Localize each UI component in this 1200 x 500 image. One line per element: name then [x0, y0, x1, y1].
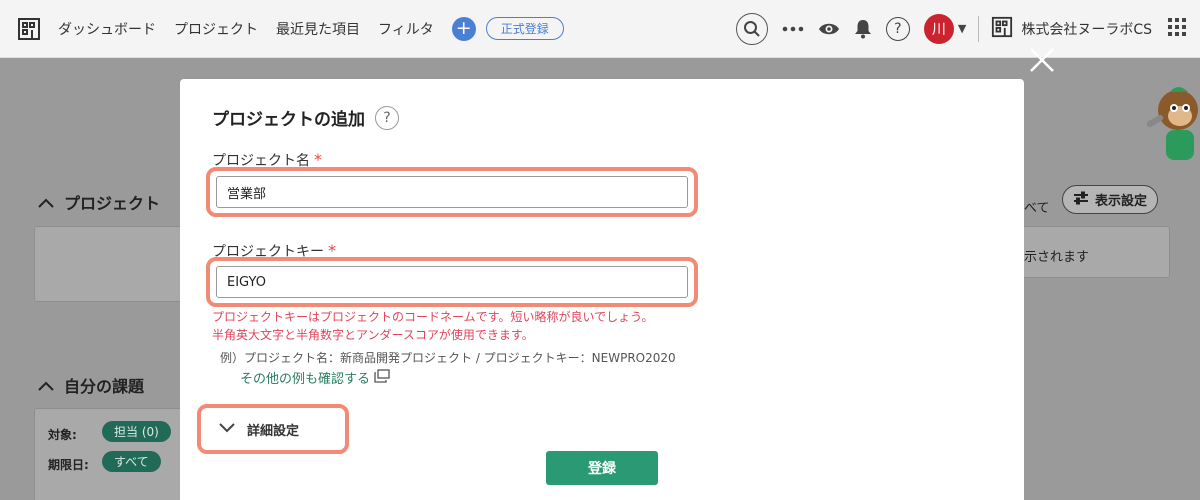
projects-section-label: プロジェクト: [64, 194, 161, 213]
modal-title: プロジェクトの追加 ?: [212, 105, 399, 130]
chevron-down-icon: [219, 422, 235, 437]
header-tools: ? 川 ▼ 株式会社ヌーラボCS: [735, 12, 1186, 45]
key-error-line-1: プロジェクトキーはプロジェクトのコードネームです。短い略称が良いでしょう。: [212, 310, 654, 324]
example-hint: 例）プロジェクト名：新商品開発プロジェクト / プロジェクトキー：NEWPRO2…: [220, 351, 676, 365]
chevron-up-icon: [38, 376, 54, 395]
top-header: ダッシュボード プロジェクト 最近見た項目 フィルタ + 正式登録 ? 川 ▼: [0, 0, 1200, 58]
org-building-icon: [991, 16, 1013, 42]
help-icon[interactable]: ?: [885, 16, 910, 41]
target-filter-pill[interactable]: 担当 (0): [102, 421, 171, 442]
more-icon[interactable]: [782, 26, 804, 32]
main-nav: ダッシュボード プロジェクト 最近見た項目 フィルタ + 正式登録: [14, 14, 564, 44]
key-error-line-2: 半角英大文字と半角数字とアンダースコアが使用できます。: [212, 328, 534, 342]
target-label: 対象:: [48, 428, 77, 442]
help-question-icon[interactable]: ?: [375, 105, 399, 130]
advanced-settings-label: 詳細設定: [247, 423, 300, 439]
bell-icon[interactable]: [854, 19, 872, 39]
app-grid-icon[interactable]: [1168, 17, 1186, 40]
org-name[interactable]: 株式会社ヌーラボCS: [1021, 19, 1152, 39]
project-key-highlight: [206, 257, 698, 307]
external-link-icon: [374, 368, 390, 387]
projects-empty-text: 示されます: [1024, 250, 1090, 265]
modal-title-text: プロジェクトの追加: [212, 110, 365, 130]
project-key-input[interactable]: [216, 266, 688, 298]
display-settings-label: 表示設定: [1095, 194, 1148, 209]
settings-sliders-icon: [1073, 191, 1089, 209]
user-menu[interactable]: 川 ▼: [923, 13, 966, 44]
projects-section-title[interactable]: プロジェクト: [38, 190, 160, 214]
add-project-modal: プロジェクトの追加 ? プロジェクト名* プロジェクトキー* プロジェクトキーは…: [180, 79, 1024, 500]
add-plus-icon[interactable]: +: [451, 16, 476, 41]
more-examples-link[interactable]: その他の例も確認する: [240, 368, 390, 387]
my-issues-section-title[interactable]: 自分の課題: [38, 373, 144, 397]
home-building-icon[interactable]: [14, 14, 44, 44]
due-filter-pill[interactable]: すべて: [102, 451, 161, 472]
nav-projects[interactable]: プロジェクト: [174, 19, 258, 39]
chevron-up-icon: [38, 193, 54, 212]
more-examples-link-text: その他の例も確認する: [240, 372, 371, 387]
search-icon[interactable]: [735, 12, 768, 45]
nav-filter[interactable]: フィルタ: [378, 19, 434, 39]
my-issues-section-label: 自分の課題: [64, 377, 145, 396]
advanced-settings-toggle[interactable]: 詳細設定: [197, 404, 349, 454]
due-filter-pill-label: すべて: [102, 451, 161, 472]
display-settings-button[interactable]: 表示設定: [1062, 185, 1159, 214]
header-divider: [978, 15, 980, 42]
caret-down-icon[interactable]: ▼: [958, 22, 966, 35]
target-filter-pill-label: 担当 (0): [102, 421, 171, 442]
avatar[interactable]: 川: [923, 13, 954, 44]
close-icon[interactable]: [1028, 46, 1056, 74]
eye-icon[interactable]: [818, 21, 840, 37]
mascot-icon: [1140, 78, 1200, 168]
project-name-input[interactable]: [216, 176, 688, 208]
show-all-link[interactable]: べて: [1024, 197, 1049, 216]
register-button[interactable]: 正式登録: [485, 17, 564, 40]
project-name-highlight: [206, 167, 698, 217]
projects-card-left: [34, 226, 194, 302]
nav-dashboard[interactable]: ダッシュボード: [58, 19, 156, 39]
due-label: 期限日:: [48, 458, 89, 472]
submit-button[interactable]: 登録: [546, 451, 658, 485]
nav-recent-items[interactable]: 最近見た項目: [276, 19, 360, 39]
